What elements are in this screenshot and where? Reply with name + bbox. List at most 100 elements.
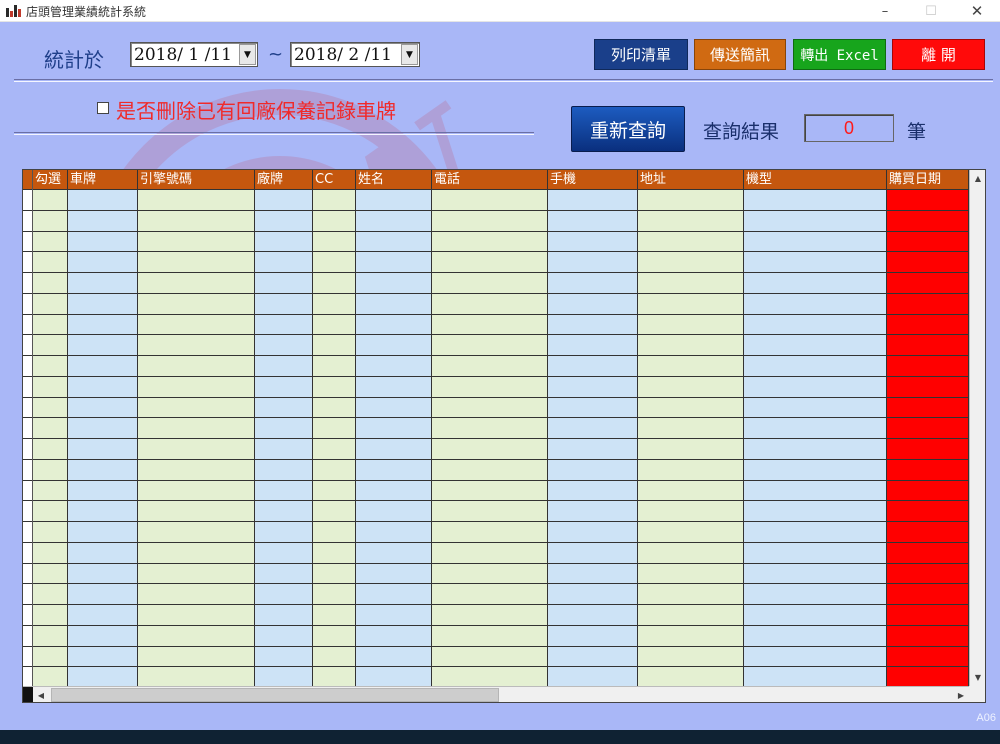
table-cell[interactable] (638, 293, 743, 315)
table-cell[interactable] (33, 190, 67, 211)
table-cell[interactable] (313, 563, 355, 585)
row-selector-cell[interactable] (23, 232, 32, 253)
table-cell[interactable] (255, 667, 312, 688)
table-cell[interactable] (548, 584, 637, 605)
table-cell[interactable] (432, 397, 547, 419)
table-cell[interactable] (432, 376, 547, 398)
dropdown-arrow-icon[interactable]: ▼ (401, 44, 418, 65)
table-cell[interactable] (68, 190, 137, 211)
table-cell[interactable] (638, 480, 743, 502)
table-cell[interactable] (638, 667, 743, 688)
table-cell[interactable] (887, 273, 968, 294)
table-cell[interactable] (255, 625, 312, 647)
table-cell[interactable] (68, 376, 137, 398)
table-cell[interactable] (432, 501, 547, 522)
table-cell[interactable] (313, 335, 355, 356)
delete-records-checkbox[interactable] (97, 102, 109, 114)
row-selector-cell[interactable] (23, 252, 32, 273)
table-cell[interactable] (548, 625, 637, 647)
table-cell[interactable] (548, 542, 637, 564)
table-cell[interactable] (138, 563, 254, 585)
table-cell[interactable] (887, 293, 968, 315)
table-cell[interactable] (255, 210, 312, 232)
table-cell[interactable] (33, 439, 67, 460)
table-cell[interactable] (313, 542, 355, 564)
table-cell[interactable] (313, 501, 355, 522)
table-cell[interactable] (255, 563, 312, 585)
column-header-engine-no[interactable]: 引擎號碼 (138, 170, 254, 190)
table-cell[interactable] (138, 397, 254, 419)
results-grid[interactable]: 勾選 車牌 引擎號碼 廠牌 CC 姓名 電話 手機 地址 機型 購買日期 ▲ ▼ ◀ ▶ (22, 169, 986, 703)
table-cell[interactable] (744, 563, 886, 585)
table-cell[interactable] (638, 397, 743, 419)
table-cell[interactable] (138, 480, 254, 502)
table-cell[interactable] (744, 480, 886, 502)
table-cell[interactable] (887, 542, 968, 564)
table-cell[interactable] (255, 646, 312, 668)
send-sms-button[interactable]: 傳送簡訊 (694, 39, 786, 70)
row-selector-cell[interactable] (23, 315, 32, 336)
table-cell[interactable] (33, 605, 67, 626)
table-cell[interactable] (356, 501, 431, 522)
table-cell[interactable] (548, 563, 637, 585)
table-cell[interactable] (548, 252, 637, 273)
table-cell[interactable] (744, 522, 886, 543)
table-cell[interactable] (356, 252, 431, 273)
table-cell[interactable] (887, 376, 968, 398)
scroll-left-arrow-icon[interactable]: ◀ (33, 687, 49, 702)
column-header-mobile[interactable]: 手機 (548, 170, 637, 190)
export-excel-button[interactable]: 轉出 Excel (793, 39, 886, 70)
table-cell[interactable] (638, 439, 743, 460)
table-cell[interactable] (887, 335, 968, 356)
table-cell[interactable] (887, 480, 968, 502)
table-cell[interactable] (638, 605, 743, 626)
table-cell[interactable] (548, 439, 637, 460)
table-cell[interactable] (68, 439, 137, 460)
table-cell[interactable] (548, 190, 637, 211)
table-cell[interactable] (432, 314, 547, 336)
table-cell[interactable] (744, 397, 886, 419)
table-cell[interactable] (638, 376, 743, 398)
table-cell[interactable] (33, 563, 67, 585)
table-cell[interactable] (68, 314, 137, 336)
table-cell[interactable] (68, 646, 137, 668)
table-cell[interactable] (744, 293, 886, 315)
table-cell[interactable] (638, 190, 743, 211)
table-cell[interactable] (887, 252, 968, 273)
row-selector-cell[interactable] (23, 190, 32, 211)
table-cell[interactable] (255, 439, 312, 460)
table-cell[interactable] (432, 667, 547, 688)
table-cell[interactable] (313, 605, 355, 626)
table-cell[interactable] (255, 522, 312, 543)
row-selector-cell[interactable] (23, 439, 32, 460)
table-cell[interactable] (548, 480, 637, 502)
table-cell[interactable] (744, 625, 886, 647)
table-cell[interactable] (744, 273, 886, 294)
table-cell[interactable] (356, 522, 431, 543)
horizontal-scrollbar[interactable]: ◀ ▶ (23, 686, 969, 702)
table-cell[interactable] (255, 376, 312, 398)
table-cell[interactable] (744, 231, 886, 253)
table-cell[interactable] (432, 231, 547, 253)
table-cell[interactable] (548, 356, 637, 377)
row-selector-cell[interactable] (23, 584, 32, 605)
table-cell[interactable] (638, 231, 743, 253)
table-cell[interactable] (313, 439, 355, 460)
table-cell[interactable] (548, 459, 637, 481)
table-cell[interactable] (638, 252, 743, 273)
table-cell[interactable] (638, 584, 743, 605)
row-selector-cell[interactable] (23, 501, 32, 522)
table-cell[interactable] (432, 418, 547, 439)
table-cell[interactable] (744, 210, 886, 232)
table-cell[interactable] (313, 625, 355, 647)
table-cell[interactable] (138, 231, 254, 253)
table-cell[interactable] (33, 542, 67, 564)
table-cell[interactable] (255, 293, 312, 315)
table-cell[interactable] (887, 397, 968, 419)
table-cell[interactable] (638, 522, 743, 543)
scroll-right-arrow-icon[interactable]: ▶ (953, 687, 969, 702)
column-header-plate[interactable]: 車牌 (68, 170, 137, 190)
table-cell[interactable] (548, 501, 637, 522)
row-selector-cell[interactable] (23, 335, 32, 356)
table-cell[interactable] (138, 439, 254, 460)
